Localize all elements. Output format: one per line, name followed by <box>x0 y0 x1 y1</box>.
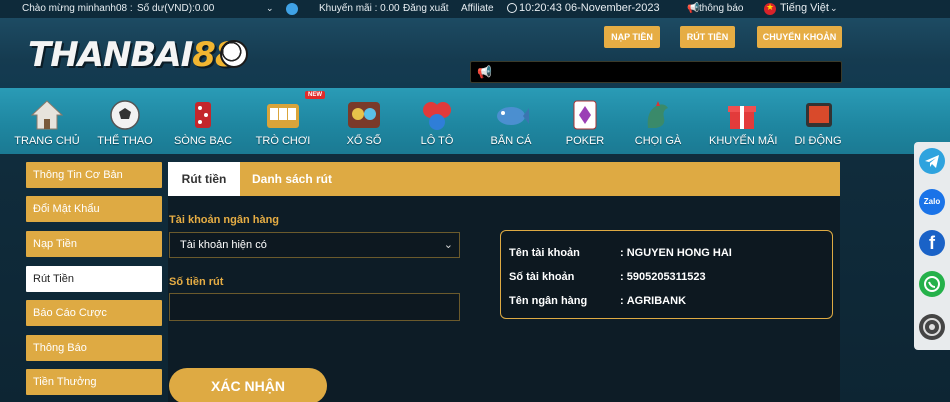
sidebar-item-deposit[interactable]: Nạp Tiền <box>26 231 162 257</box>
withdraw-panel: Rút tiền Danh sách rút Tài khoản ngân hà… <box>168 162 840 402</box>
fish-icon <box>497 107 529 125</box>
telegram-icon[interactable] <box>919 148 945 174</box>
vietnam-flag-icon <box>764 2 776 15</box>
poker-card-icon <box>573 100 597 130</box>
clock-icon <box>507 3 517 13</box>
bank-account-label: Tài khoản ngân hàng <box>169 214 280 226</box>
balance-text: Số dư(VND):0.00 <box>137 3 215 14</box>
social-bar: Zalo f <box>914 142 950 350</box>
language-chevron-icon[interactable]: ⌄ <box>830 3 838 14</box>
gift-icon <box>728 106 756 129</box>
soccer-icon <box>110 100 140 130</box>
info-row: Tên tài khoản: NGUYEN HONG HAI <box>509 247 732 259</box>
house-icon <box>30 100 64 130</box>
datetime: 10:20:43 06-November-2023 <box>519 2 660 14</box>
transfer-button[interactable]: CHUYỂN KHOẢN <box>757 26 842 48</box>
bank-account-select[interactable]: Tài khoản hiện có ⌄ <box>169 232 460 258</box>
megaphone-icon: 📢 <box>477 65 492 79</box>
logout-link[interactable]: Đăng xuất <box>403 3 449 14</box>
amount-label: Số tiền rút <box>169 276 224 288</box>
lotto-balls-icon <box>423 102 451 130</box>
chat-icon[interactable] <box>286 3 298 15</box>
nav-item-mobile[interactable]: DI ĐỘNG <box>785 88 851 154</box>
soccer-ball-icon <box>220 40 248 68</box>
nav-item-lottery[interactable]: XỔ SỐ <box>331 88 397 154</box>
slot-machine-icon <box>267 104 299 128</box>
site-logo[interactable]: THANBAI88 <box>28 30 248 80</box>
promo-balance: Khuyến mãi : 0.00 <box>319 3 400 14</box>
main-nav: TRANG CHỦ THỂ THAO SÒNG BẠC TRÒ CHƠI NEW… <box>0 88 950 154</box>
rooster-icon <box>647 101 668 128</box>
bank-info-box: Tên tài khoản: NGUYEN HONG HAI Số tài kh… <box>500 230 833 319</box>
announcement-marquee: 📢 <box>470 61 842 83</box>
nav-item-home[interactable]: TRANG CHỦ <box>14 88 80 154</box>
affiliate-link[interactable]: Affiliate <box>461 3 494 14</box>
zalo-icon[interactable]: Zalo <box>919 189 945 215</box>
sidebar-item-basic-info[interactable]: Thông Tin Cơ Bản <box>26 162 162 188</box>
nav-item-poker[interactable]: POKER <box>552 88 618 154</box>
chevron-down-icon: ⌄ <box>443 239 453 251</box>
tab-withdraw-list[interactable]: Danh sách rút <box>246 162 338 196</box>
mobile-icon <box>806 103 832 127</box>
confirm-button[interactable]: XÁC NHẬN <box>169 368 327 402</box>
amount-input[interactable] <box>169 293 460 321</box>
tab-bar: Rút tiền Danh sách rút <box>168 162 840 196</box>
facebook-icon[interactable]: f <box>919 230 945 256</box>
nav-item-promotions[interactable]: KHUYẾN MÃI <box>709 88 777 154</box>
lottery-icon <box>348 102 380 128</box>
balance-dropdown-icon[interactable]: ⌄ <box>266 3 274 14</box>
sidebar-item-change-password[interactable]: Đổi Mật Khẩu <box>26 196 162 222</box>
language-select[interactable]: Tiếng Việt <box>780 2 829 14</box>
sidebar-item-bet-report[interactable]: Báo Cáo Cược <box>26 300 162 326</box>
casino-dice-icon <box>195 102 211 128</box>
nav-item-cockfight[interactable]: CHỌI GÀ <box>625 88 691 154</box>
top-bar: Chào mừng minhanh08 : Số dư(VND):0.00 ⌄ … <box>0 0 950 18</box>
header: THANBAI88 NẠP TIỀN RÚT TIỀN CHUYỂN KHOẢN… <box>0 18 950 88</box>
phone-icon[interactable] <box>919 314 945 340</box>
withdraw-button[interactable]: RÚT TIỀN <box>680 26 735 48</box>
megaphone-small-icon: 📢 <box>687 3 700 14</box>
tab-withdraw[interactable]: Rút tiền <box>168 162 240 196</box>
info-row: Số tài khoản: 5905205311523 <box>509 271 706 283</box>
new-badge: NEW <box>305 91 325 99</box>
deposit-button[interactable]: NẠP TIỀN <box>604 26 660 48</box>
info-row: Tên ngân hàng: AGRIBANK <box>509 295 687 307</box>
nav-item-fishing[interactable]: BẮN CÁ <box>478 88 544 154</box>
nav-item-casino[interactable]: SÒNG BẠC <box>170 88 236 154</box>
sidebar-item-notifications[interactable]: Thông Báo <box>26 335 162 361</box>
sidebar-item-withdraw[interactable]: Rút Tiền <box>26 266 162 292</box>
nav-item-lotto[interactable]: LÔ TÔ <box>404 88 470 154</box>
whatsapp-icon[interactable] <box>919 271 945 297</box>
notify-link[interactable]: thông báo <box>699 3 744 14</box>
welcome-text: Chào mừng minhanh08 : <box>22 3 133 14</box>
nav-item-sports[interactable]: THỂ THAO <box>92 88 158 154</box>
sidebar-item-bonus[interactable]: Tiền Thưởng <box>26 369 162 395</box>
